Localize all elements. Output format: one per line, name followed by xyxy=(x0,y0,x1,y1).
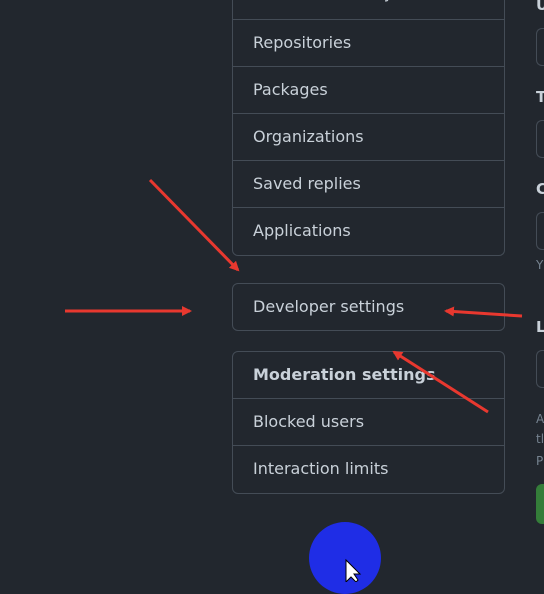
click-indicator-circle xyxy=(309,522,381,594)
right-label-u: U xyxy=(536,0,544,14)
moderation-menu: Moderation settings Blocked users Intera… xyxy=(232,351,505,494)
menu-item-repositories[interactable]: Repositories xyxy=(233,20,504,67)
right-hint-a: A xyxy=(536,412,544,426)
menu-item-applications[interactable]: Applications xyxy=(233,208,504,255)
menu-item-interaction-limits[interactable]: Interaction limits xyxy=(233,446,504,493)
arrow-diagonal-top xyxy=(148,178,240,272)
right-label-t: T xyxy=(536,88,544,106)
right-hint-tl: tl xyxy=(536,432,544,446)
right-green-button[interactable] xyxy=(536,484,544,524)
settings-menu: SSH and GPG keys Repositories Packages O… xyxy=(232,0,505,256)
right-input-2[interactable] xyxy=(536,120,544,158)
menu-item-blocked-users[interactable]: Blocked users xyxy=(233,399,504,446)
menu-item-packages[interactable]: Packages xyxy=(233,67,504,114)
right-input-3[interactable] xyxy=(536,212,544,250)
right-label-c: C xyxy=(536,180,544,198)
moderation-settings-heading: Moderation settings xyxy=(233,352,504,399)
menu-item-saved-replies[interactable]: Saved replies xyxy=(233,161,504,208)
right-input-4[interactable] xyxy=(536,350,544,388)
right-hint-p: P xyxy=(536,454,544,468)
menu-item-developer-settings[interactable]: Developer settings xyxy=(233,284,504,330)
developer-menu: Developer settings xyxy=(232,283,505,331)
menu-item-organizations[interactable]: Organizations xyxy=(233,114,504,161)
right-label-l: L xyxy=(536,318,544,336)
right-input-1[interactable] xyxy=(536,28,544,66)
right-hint-y: Y xyxy=(536,258,544,272)
menu-item-ssh-gpg-keys[interactable]: SSH and GPG keys xyxy=(233,0,504,20)
